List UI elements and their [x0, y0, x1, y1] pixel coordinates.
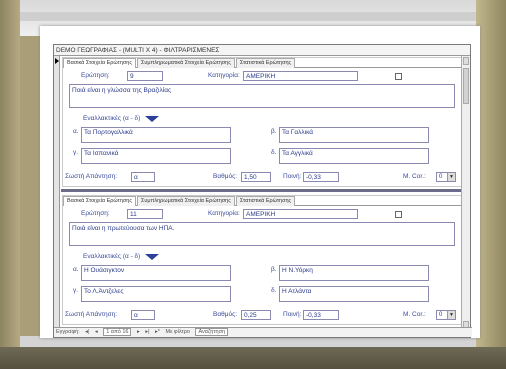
background-right — [476, 0, 506, 369]
record-1: Βασικά Στοιχεία Ερώτησης Συμπληρωματικά Σ… — [62, 57, 462, 187]
question-label: Ερώτηση: — [81, 210, 110, 217]
tab-basic[interactable]: Βασικά Στοιχεία Ερώτησης — [63, 196, 136, 206]
background-left — [0, 0, 20, 369]
flag-checkbox[interactable] — [395, 211, 402, 218]
mcor-dropdown[interactable]: 0 ▼ — [436, 310, 456, 320]
penalty-field[interactable]: -0,33 — [303, 172, 339, 182]
answer-c-field[interactable]: Τα Ισπανικά — [81, 148, 231, 164]
record-2-tabs: Βασικά Στοιχεία Ερώτησης Συμπληρωματικά Σ… — [63, 196, 461, 206]
gamma-label: γ. — [73, 287, 79, 294]
record-selector[interactable] — [54, 56, 60, 330]
category-label: Κατηγορία: — [208, 72, 240, 79]
chevron-down-icon[interactable]: ▼ — [447, 311, 455, 319]
scroll-up-icon[interactable] — [463, 57, 469, 65]
delta-label: δ. — [271, 149, 277, 156]
correct-answer-label: Σωστή Απάντηση: — [65, 173, 118, 180]
record-position-field[interactable]: 1 από 16 — [103, 328, 132, 336]
question-label: Ερώτηση: — [81, 72, 110, 79]
last-record-icon[interactable]: ▸| — [145, 329, 149, 335]
mcor-dropdown[interactable]: 0 ▼ — [436, 172, 456, 182]
category-label: Κατηγορία: — [208, 210, 240, 217]
tab-supplementary[interactable]: Συμπληρωματικά Στοιχεία Ερώτησης — [137, 196, 235, 206]
alpha-label: α. — [73, 266, 79, 273]
record-navigation-bar: Εγγραφή: ◂| ◂ 1 από 16 ▸ ▸| ▸* Με φίλτρο… — [54, 327, 472, 337]
grade-field[interactable]: 1,50 — [241, 172, 271, 182]
answer-a-field[interactable]: Η Ουάσιγκτον — [81, 265, 231, 281]
question-number-field[interactable]: 11 — [127, 209, 163, 219]
question-number-field[interactable]: 9 — [127, 71, 163, 81]
expand-triangle-icon[interactable] — [145, 254, 159, 260]
correct-answer-field[interactable]: α — [131, 310, 155, 320]
gamma-label: γ. — [73, 149, 79, 156]
background-band — [20, 12, 476, 21]
penalty-label: Ποινή: — [283, 173, 302, 180]
correct-answer-field[interactable]: α — [131, 172, 155, 182]
answer-b-field[interactable]: Η Ν.Υόρκη — [279, 265, 429, 281]
alternatives-label: Εναλλακτικές (α - δ) — [83, 115, 141, 122]
chevron-down-icon[interactable]: ▼ — [447, 173, 455, 181]
answer-d-field[interactable]: Τα Αγγλικά — [279, 148, 429, 164]
answer-d-field[interactable]: Η Ατλάντα — [279, 286, 429, 302]
new-record-icon[interactable]: ▸* — [155, 329, 160, 335]
grade-field[interactable]: 0,25 — [241, 310, 271, 320]
answer-c-field[interactable]: Το Λ.Άντζελες — [81, 286, 231, 302]
tab-supplementary[interactable]: Συμπληρωματικά Στοιχεία Ερώτησης — [137, 58, 235, 68]
beta-label: β. — [271, 266, 277, 273]
delta-label: δ. — [271, 287, 277, 294]
correct-answer-label: Σωστή Απάντηση: — [65, 311, 118, 318]
search-field[interactable]: Αναζήτηση — [195, 328, 229, 336]
scroll-thumb[interactable] — [463, 68, 469, 104]
beta-label: β. — [271, 128, 277, 135]
question-text-field[interactable]: Ποιά είναι η πρωτεύουσα των ΗΠΑ. — [69, 222, 455, 246]
record-1-tabs: Βασικά Στοιχεία Ερώτησης Συμπληρωματικά Σ… — [63, 58, 461, 68]
first-record-icon[interactable]: ◂| — [85, 329, 89, 335]
question-text-field[interactable]: Ποιά είναι η γλώσσα της Βραζιλίας — [69, 84, 455, 108]
form-window: DEMO ΓΕΩΓΡΑΦΙΑΣ - (MULTI X 4) - ΦΙΛΤΡΑΡΙ… — [53, 44, 472, 338]
tab-statistics[interactable]: Στατιστικά Ερώτησης — [235, 196, 296, 206]
window-title: DEMO ΓΕΩΓΡΑΦΙΑΣ - (MULTI X 4) - ΦΙΛΤΡΑΡΙ… — [54, 45, 470, 56]
mcor-label: Μ. Cor.: — [403, 311, 426, 318]
category-field[interactable]: ΑΜΕΡΙΚΗ — [243, 71, 358, 81]
tab-statistics[interactable]: Στατιστικά Ερώτησης — [235, 58, 296, 68]
mcor-value: 0 — [439, 312, 443, 318]
penalty-label: Ποινή: — [283, 311, 302, 318]
alpha-label: α. — [73, 128, 79, 135]
filter-indicator[interactable]: Με φίλτρο — [165, 329, 189, 335]
alternatives-label: Εναλλακτικές (α - δ) — [83, 253, 141, 260]
mcor-label: Μ. Cor.: — [403, 173, 426, 180]
next-record-icon[interactable]: ▸ — [137, 329, 140, 335]
vertical-scrollbar[interactable] — [461, 56, 470, 330]
answer-a-field[interactable]: Τα Πορτογαλλικά — [81, 127, 231, 143]
background-bottom — [0, 347, 506, 369]
answer-b-field[interactable]: Τα Γαλλικά — [279, 127, 429, 143]
tab-basic[interactable]: Βασικά Στοιχεία Ερώτησης — [63, 58, 136, 68]
flag-checkbox[interactable] — [395, 73, 402, 80]
category-field[interactable]: ΑΜΕΡΙΚΗ — [243, 209, 358, 219]
mcor-value: 0 — [439, 174, 443, 180]
current-record-arrow-icon — [55, 58, 59, 64]
grade-label: Βαθμός: — [213, 173, 238, 180]
record-divider — [61, 189, 463, 192]
expand-triangle-icon[interactable] — [145, 116, 159, 122]
penalty-field[interactable]: -0,33 — [303, 310, 339, 320]
grade-label: Βαθμός: — [213, 311, 238, 318]
previous-record-icon[interactable]: ◂ — [95, 329, 98, 335]
record-2: Βασικά Στοιχεία Ερώτησης Συμπληρωματικά Σ… — [62, 195, 462, 325]
record-label: Εγγραφή: — [56, 329, 80, 335]
